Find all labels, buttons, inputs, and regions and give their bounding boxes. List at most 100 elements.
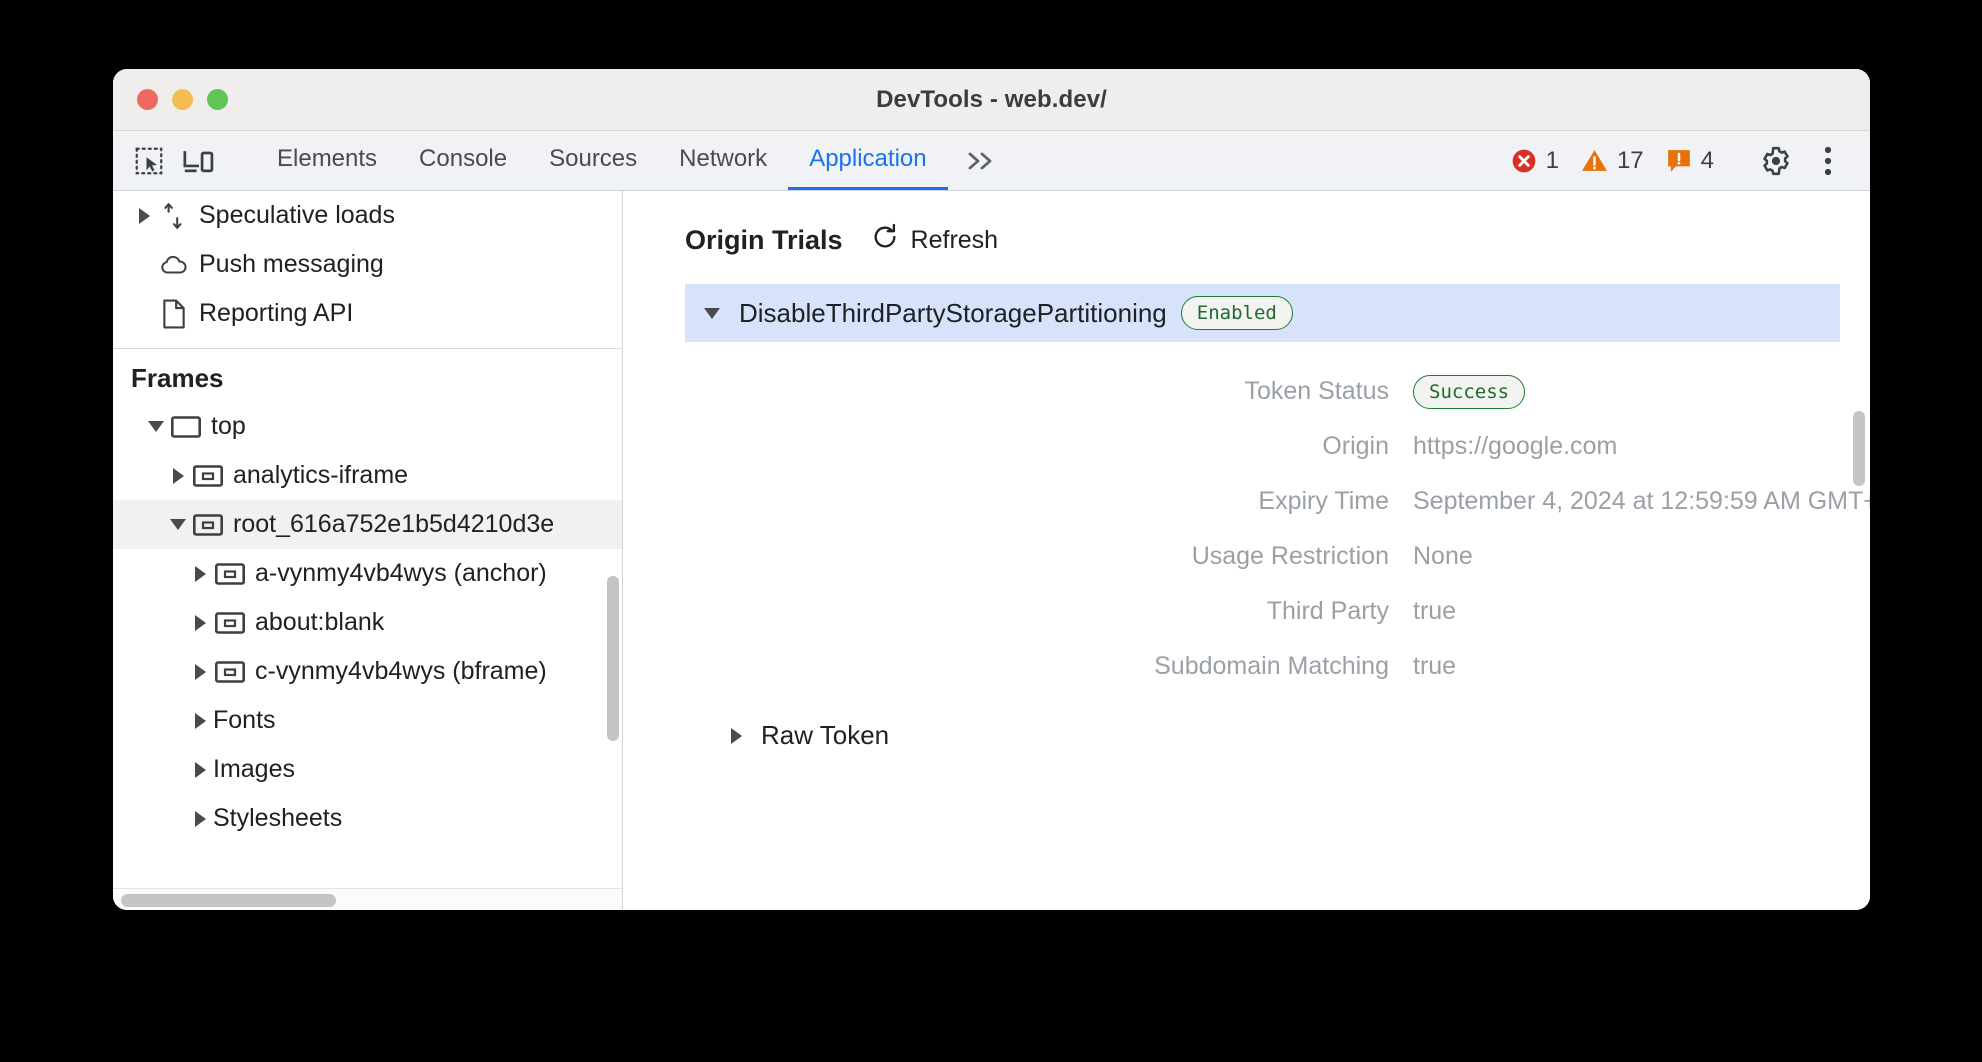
frame-item-stylesheets[interactable]: Stylesheets: [113, 794, 622, 843]
iframe-icon: [213, 562, 247, 586]
sidebar-item-speculative-loads[interactable]: Speculative loads: [113, 191, 622, 240]
traffic-lights: [137, 89, 228, 110]
iframe-icon: [213, 611, 247, 635]
expand-triangle[interactable]: [131, 208, 157, 224]
issue-icon: [1666, 148, 1692, 174]
error-count: 1: [1546, 147, 1559, 175]
devtools-toolbar: Elements Console Sources Network Applica…: [113, 131, 1870, 191]
sidebar-item-reporting-api[interactable]: Reporting API: [113, 289, 622, 338]
expand-triangle[interactable]: [187, 664, 213, 680]
devtools-window: DevTools - web.dev/: [113, 69, 1870, 910]
warning-counter[interactable]: 17: [1572, 147, 1653, 175]
tab-network[interactable]: Network: [658, 131, 788, 190]
page-title: Origin Trials: [685, 225, 843, 256]
frame-item-label: analytics-iframe: [233, 461, 408, 490]
document-icon: [157, 299, 191, 329]
panel-tabs: Elements Console Sources Network Applica…: [256, 131, 1018, 190]
tab-application[interactable]: Application: [788, 131, 947, 190]
frame-item-label: c-vynmy4vb4wys (bframe): [255, 657, 547, 686]
cloud-icon: [157, 253, 191, 277]
refresh-label: Refresh: [911, 226, 999, 255]
frames-tree: top analytics-iframe: [113, 402, 622, 843]
expand-triangle[interactable]: [187, 615, 213, 631]
refresh-icon: [871, 223, 899, 258]
raw-token-toggle[interactable]: Raw Token: [723, 720, 1870, 751]
detail-row-origin: Origin https://google.com: [623, 419, 1870, 474]
origin-trial-details: Token Status Success Origin https://goog…: [623, 342, 1870, 694]
sidebar-vertical-scrollbar[interactable]: [607, 576, 619, 741]
device-toolbar-icon[interactable]: [177, 139, 221, 183]
toolbar-right-controls: 1 17 4: [1502, 131, 1870, 190]
detail-value: true: [1413, 597, 1456, 626]
detail-row-third-party: Third Party true: [623, 584, 1870, 639]
close-window-button[interactable]: [137, 89, 158, 110]
iframe-icon: [191, 513, 225, 537]
devtools-body: Speculative loads Push messaging: [113, 191, 1870, 910]
sidebar-top-section: Speculative loads Push messaging: [113, 191, 622, 338]
warning-icon: [1581, 148, 1608, 173]
window-titlebar: DevTools - web.dev/: [113, 69, 1870, 131]
frame-item-label: top: [211, 412, 246, 441]
detail-label: Usage Restriction: [623, 542, 1413, 571]
gear-icon[interactable]: [1752, 137, 1800, 185]
detail-label: Origin: [623, 432, 1413, 461]
sidebar-item-push-messaging[interactable]: Push messaging: [113, 240, 622, 289]
frame-item-bframe[interactable]: c-vynmy4vb4wys (bframe): [113, 647, 622, 696]
issues-count: 4: [1701, 147, 1714, 175]
sidebar-item-label: Reporting API: [199, 299, 353, 328]
scrollbar-thumb[interactable]: [121, 894, 336, 907]
frame-item-analytics-iframe[interactable]: analytics-iframe: [113, 451, 622, 500]
origin-trials-panel: Origin Trials Refresh DisableThirdPartyS…: [623, 191, 1870, 910]
expand-triangle[interactable]: [723, 728, 749, 744]
frame-item-anchor[interactable]: a-vynmy4vb4wys (anchor): [113, 549, 622, 598]
more-options-icon[interactable]: [1804, 137, 1852, 185]
collapse-triangle[interactable]: [143, 421, 169, 432]
frame-item-fonts[interactable]: Fonts: [113, 696, 622, 745]
collapse-triangle[interactable]: [165, 519, 191, 530]
frame-item-root-selected[interactable]: root_616a752e1b5d4210d3e: [113, 500, 622, 549]
expand-triangle[interactable]: [187, 566, 213, 582]
detail-label: Token Status: [623, 377, 1413, 406]
expand-triangle[interactable]: [165, 468, 191, 484]
origin-trial-row[interactable]: DisableThirdPartyStoragePartitioning Ena…: [685, 284, 1840, 342]
more-tabs-icon[interactable]: [948, 131, 1018, 190]
detail-row-usage-restriction: Usage Restriction None: [623, 529, 1870, 584]
main-vertical-scrollbar[interactable]: [1853, 411, 1865, 486]
issues-counter[interactable]: 4: [1657, 147, 1723, 175]
sidebar-horizontal-scrollbar[interactable]: [113, 888, 622, 910]
raw-token-label: Raw Token: [761, 720, 889, 751]
frame-item-label: Stylesheets: [213, 804, 342, 833]
tab-sources[interactable]: Sources: [528, 131, 658, 190]
expand-triangle[interactable]: [187, 811, 213, 827]
window-title: DevTools - web.dev/: [113, 86, 1870, 114]
detail-row-expiry-time: Expiry Time September 4, 2024 at 12:59:5…: [623, 474, 1870, 529]
iframe-icon: [213, 660, 247, 684]
warning-count: 17: [1617, 147, 1644, 175]
application-sidebar: Speculative loads Push messaging: [113, 191, 623, 910]
frames-section-header: Frames: [113, 349, 622, 402]
error-icon: [1511, 148, 1537, 174]
refresh-button[interactable]: Refresh: [871, 223, 999, 258]
toolbar-left-controls: [113, 131, 248, 190]
collapse-triangle[interactable]: [699, 308, 725, 319]
frame-item-about-blank[interactable]: about:blank: [113, 598, 622, 647]
tab-console[interactable]: Console: [398, 131, 528, 190]
minimize-window-button[interactable]: [172, 89, 193, 110]
expand-triangle[interactable]: [187, 713, 213, 729]
sidebar-item-label: Push messaging: [199, 250, 384, 279]
frame-item-images[interactable]: Images: [113, 745, 622, 794]
detail-label: Expiry Time: [623, 487, 1413, 516]
maximize-window-button[interactable]: [207, 89, 228, 110]
frame-item-label: root_616a752e1b5d4210d3e: [233, 510, 554, 539]
detail-row-subdomain-matching: Subdomain Matching true: [623, 639, 1870, 694]
error-counter[interactable]: 1: [1502, 147, 1568, 175]
expand-triangle[interactable]: [187, 762, 213, 778]
frame-item-label: Fonts: [213, 706, 276, 735]
inspect-cursor-icon[interactable]: [127, 139, 171, 183]
frame-item-label: Images: [213, 755, 295, 784]
swap-vert-icon: [157, 202, 191, 230]
tab-elements[interactable]: Elements: [256, 131, 398, 190]
frame-item-top[interactable]: top: [113, 402, 622, 451]
detail-label: Subdomain Matching: [623, 652, 1413, 681]
window-icon: [169, 415, 203, 439]
